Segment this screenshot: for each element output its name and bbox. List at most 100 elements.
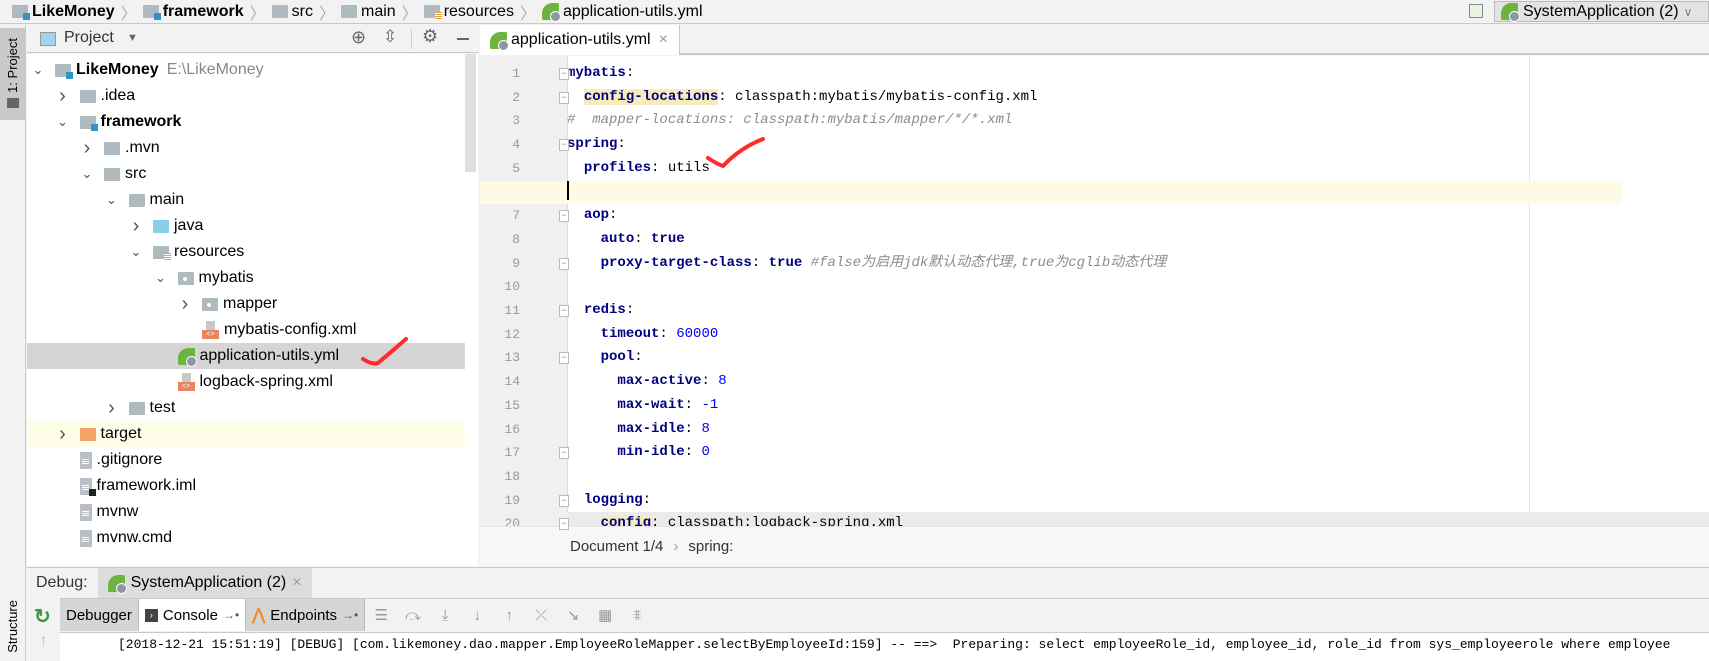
evaluate-icon[interactable]: ▦	[589, 599, 621, 631]
code-line[interactable]: max-wait: -1	[567, 394, 1709, 418]
tab-debugger[interactable]: Debugger	[60, 599, 139, 631]
console-output[interactable]: [2018-12-21 15:51:19] [DEBUG] [com.likem…	[60, 632, 1709, 661]
chevron-right-icon[interactable]: ›	[56, 85, 70, 107]
breadcrumb-item[interactable]: src	[271, 3, 313, 21]
gear-icon[interactable]: ⚙	[422, 26, 438, 47]
breadcrumb-item[interactable]: resources	[423, 3, 514, 21]
dropdown-arrow-icon[interactable]: ▼	[127, 32, 138, 44]
fold-open-icon[interactable]: −	[559, 210, 569, 223]
code-line[interactable]: aop:	[567, 204, 1709, 228]
tree-item[interactable]: › mapper	[27, 291, 465, 317]
chevron-right-icon[interactable]: ›	[80, 137, 94, 159]
breadcrumb-label: framework	[162, 2, 244, 20]
chevron-right-icon[interactable]: ›	[105, 397, 119, 419]
minimize-icon[interactable]	[457, 38, 469, 40]
chevron-down-icon[interactable]: ⌄	[80, 166, 94, 181]
code-editor[interactable]: 1234567891011121314151617181920 mybatis:…	[480, 56, 1709, 566]
chevron-down-icon[interactable]: ⌄	[31, 62, 45, 77]
fold-open-icon[interactable]: −	[559, 494, 569, 507]
rerun-icon[interactable]: ↻	[34, 604, 51, 629]
code-line[interactable]	[480, 180, 1622, 205]
breadcrumb-item[interactable]: main	[340, 3, 396, 21]
code-line[interactable]	[567, 275, 1709, 299]
code-line[interactable]: auto: true	[567, 228, 1709, 252]
locate-file-icon[interactable]: ⊕	[351, 27, 366, 48]
tab-application-utils-yml[interactable]: application-utils.yml ×	[480, 25, 680, 55]
code-line[interactable]: pool:	[567, 346, 1709, 370]
tab-endpoints[interactable]: ⋀ Endpoints →•	[246, 599, 366, 631]
fold-end-icon[interactable]: −	[559, 91, 569, 104]
tree-item[interactable]: › java	[27, 213, 465, 239]
fold-end-icon[interactable]: −	[559, 518, 569, 531]
code-line[interactable]: config-locations: classpath:mybatis/myba…	[567, 86, 1709, 110]
debug-session-tab[interactable]: SystemApplication (2) ×	[97, 567, 312, 599]
code-line[interactable]: redis:	[567, 299, 1709, 323]
tree-item[interactable]: › target	[27, 421, 465, 447]
fold-open-icon[interactable]: −	[559, 352, 569, 365]
tree-item[interactable]: ⌄ framework	[27, 109, 465, 135]
code-line[interactable]: max-idle: 8	[567, 418, 1709, 442]
run-config-dropdown[interactable]: SystemApplication (2) ∨	[1494, 1, 1709, 22]
project-view-selector[interactable]: Project	[64, 29, 114, 47]
chevron-down-icon[interactable]: ⌄	[129, 244, 143, 259]
fold-open-icon[interactable]: −	[559, 139, 569, 152]
collapse-all-icon[interactable]: ⇳	[383, 27, 397, 47]
chevron-right-icon[interactable]: ›	[56, 423, 70, 445]
chevron-down-icon[interactable]: ⌄	[56, 114, 70, 129]
chevron-down-icon[interactable]: ⌄	[105, 192, 119, 207]
breadcrumb-item[interactable]: framework	[142, 2, 244, 21]
code-line[interactable]: timeout: 60000	[567, 323, 1709, 347]
chevron-right-icon[interactable]: ›	[129, 215, 143, 237]
step-into-icon[interactable]: ↓	[461, 599, 493, 631]
code-line[interactable]	[567, 465, 1709, 489]
code-line[interactable]: min-idle: 0	[567, 441, 1709, 465]
code-line[interactable]: logging:	[567, 489, 1709, 513]
tree-item[interactable]: ⌄ LikeMoney E:\LikeMoney	[27, 57, 465, 83]
pin-icon[interactable]: →•	[342, 608, 358, 622]
fold-end-icon[interactable]: −	[559, 447, 569, 460]
tree-item[interactable]: mvnw	[27, 499, 465, 525]
run-icon[interactable]	[1469, 4, 1483, 18]
run-to-cursor-icon[interactable]: ↘	[557, 599, 589, 631]
trace-icon[interactable]: ⩨	[621, 599, 653, 631]
xml-file-icon	[177, 373, 195, 391]
tree-scrollbar[interactable]	[465, 54, 476, 172]
breadcrumb-spring[interactable]: spring:	[688, 538, 733, 555]
fold-open-icon[interactable]: −	[559, 305, 569, 317]
code-line[interactable]: proxy-target-class: true #false为启用jdk默认动…	[567, 252, 1709, 276]
show-execution-point-icon[interactable]: ⤼	[397, 599, 429, 631]
project-tool-button[interactable]: 1: Project	[0, 28, 26, 120]
breadcrumb-item[interactable]: LikeMoney	[12, 3, 115, 21]
menu-icon[interactable]: ☰	[365, 599, 397, 631]
tab-console[interactable]: › Console →•	[138, 599, 247, 631]
fold-end-icon[interactable]: −	[559, 257, 569, 270]
tree-item[interactable]: ⌄ mybatis	[27, 265, 465, 291]
close-session-icon[interactable]: ×	[292, 574, 301, 592]
chevron-down-icon[interactable]: ⌄	[154, 270, 168, 285]
pin-icon[interactable]: →•	[223, 608, 239, 622]
step-out-icon[interactable]: ↑	[493, 599, 525, 631]
tree-item[interactable]: ⌄ src	[27, 161, 465, 187]
drop-frame-icon[interactable]: ⤫	[525, 599, 557, 631]
tree-item[interactable]: ⌄ resources	[27, 239, 465, 265]
tree-item[interactable]: mvnw.cmd	[27, 525, 465, 551]
tree-item[interactable]: › .mvn	[27, 135, 465, 161]
code-line[interactable]: # mapper-locations: classpath:mybatis/ma…	[567, 109, 1709, 133]
tree-item[interactable]: logback-spring.xml	[27, 369, 465, 395]
breadcrumb-item[interactable]: application-utils.yml	[541, 3, 703, 22]
tree-item[interactable]: ⌄ main	[27, 187, 465, 213]
breadcrumb-document[interactable]: Document 1/4	[570, 538, 663, 555]
tree-item[interactable]: › .idea	[27, 83, 465, 109]
code-line[interactable]: mybatis:	[567, 62, 1709, 86]
chevron-right-icon[interactable]: ›	[178, 293, 192, 315]
fold-open-icon[interactable]: −	[559, 68, 569, 80]
tree-item[interactable]: › test	[27, 395, 465, 421]
up-arrow-icon[interactable]: ↑	[40, 632, 48, 649]
step-over-icon[interactable]: ⤓	[429, 599, 461, 631]
structure-tool-button[interactable]: Structure	[0, 598, 26, 661]
tree-item[interactable]: .gitignore	[27, 447, 465, 473]
close-tab-icon[interactable]: ×	[659, 31, 668, 49]
tree-item[interactable]: framework.iml	[27, 473, 465, 499]
code-line[interactable]: max-active: 8	[567, 370, 1709, 394]
